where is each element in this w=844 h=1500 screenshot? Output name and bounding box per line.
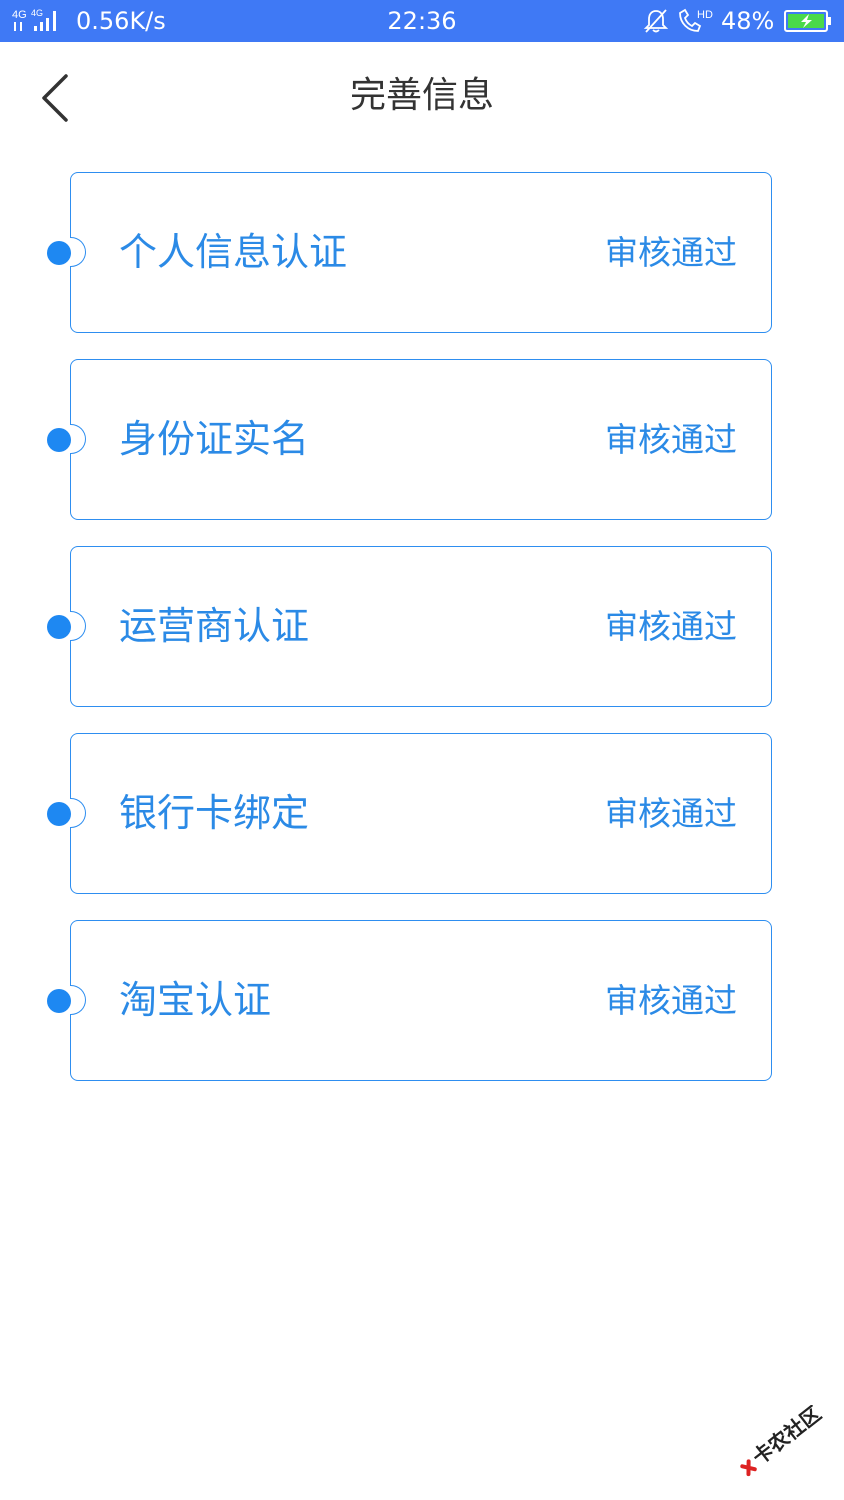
clock: 22:36 bbox=[387, 7, 457, 35]
card-label: 银行卡绑定 bbox=[119, 791, 310, 835]
card-taobao-verification[interactable]: 淘宝认证 审核通过 bbox=[47, 920, 772, 1081]
header: 完善信息 bbox=[0, 42, 844, 148]
watermark-logo: 卡农社区 bbox=[740, 1405, 826, 1477]
hd-badge: HD bbox=[697, 9, 713, 21]
bullet-dot bbox=[47, 241, 71, 265]
bullet-dot bbox=[47, 428, 71, 452]
bullet-dot bbox=[47, 989, 71, 1013]
battery-percent: 48% bbox=[721, 7, 775, 35]
status-text: 审核通过 bbox=[605, 233, 737, 272]
card-personal-info[interactable]: 个人信息认证 审核通过 bbox=[47, 172, 772, 333]
card-label: 个人信息认证 bbox=[119, 230, 348, 274]
card-id-verification[interactable]: 身份证实名 审核通过 bbox=[47, 359, 772, 520]
bullet-dot bbox=[47, 615, 71, 639]
status-bar: 4G 4G 0.56K/s 22:36 HD 48% bbox=[0, 0, 844, 42]
page-title: 完善信息 bbox=[349, 75, 494, 116]
card-carrier-verification[interactable]: 运营商认证 审核通过 bbox=[47, 546, 772, 707]
battery-charging-icon bbox=[784, 10, 831, 32]
status-text: 审核通过 bbox=[605, 420, 737, 459]
bell-muted-icon bbox=[643, 9, 669, 33]
status-text: 审核通过 bbox=[605, 607, 737, 646]
card-bank-binding[interactable]: 银行卡绑定 审核通过 bbox=[47, 733, 772, 894]
hd-call-icon: HD bbox=[679, 8, 713, 32]
status-text: 审核通过 bbox=[605, 981, 737, 1020]
card-label: 淘宝认证 bbox=[119, 978, 272, 1022]
card-label: 身份证实名 bbox=[119, 417, 310, 461]
status-text: 审核通过 bbox=[605, 794, 737, 833]
watermark-text: 卡农社区 bbox=[748, 1405, 826, 1469]
card-label: 运营商认证 bbox=[119, 604, 310, 648]
bullet-dot bbox=[47, 802, 71, 826]
